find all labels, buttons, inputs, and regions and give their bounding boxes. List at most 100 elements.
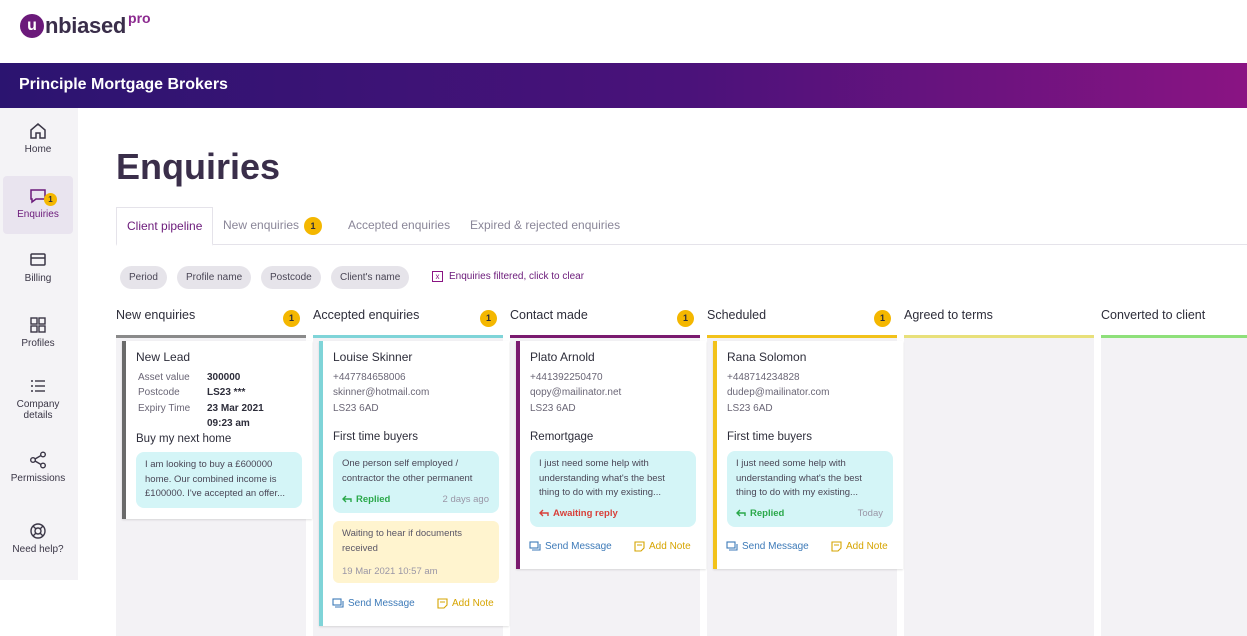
sidebar-item-profiles[interactable]: Profiles — [3, 315, 73, 357]
message-preview: I just need some help with understanding… — [727, 451, 893, 527]
tab-accepted-enquiries[interactable]: Accepted enquiries — [338, 207, 460, 245]
page-title: Enquiries — [116, 146, 281, 187]
card-name: Louise Skinner — [333, 350, 413, 364]
enquiries-badge: 1 — [44, 193, 57, 206]
close-icon: x — [432, 271, 443, 282]
postcode: LS23 6AD — [333, 403, 379, 414]
card-name: New Lead — [136, 350, 191, 364]
company-name: Principle Mortgage Brokers — [19, 76, 228, 93]
column-header-agreed-to-terms: Agreed to terms — [904, 308, 1094, 338]
clear-filters-link[interactable]: x Enquiries filtered, click to clear — [432, 271, 584, 282]
enquiry-goal: Remortgage — [530, 431, 594, 443]
column-header-converted-to-client: Converted to client — [1101, 308, 1247, 338]
column-header-scheduled: Scheduled 1 — [707, 308, 897, 338]
enquiry-goal: Buy my next home — [136, 433, 232, 445]
note-preview: Waiting to hear if documents received 19… — [333, 521, 499, 583]
sidebar-item-billing[interactable]: Billing — [3, 250, 73, 292]
note-icon — [634, 541, 645, 552]
filter-chip-period[interactable]: Period — [120, 266, 167, 289]
list-icon — [31, 380, 45, 392]
column-agreed-to-terms — [904, 338, 1094, 636]
expiry-row: Expiry Time 23 Mar 2021 — [138, 403, 264, 414]
message-time: Today — [857, 508, 883, 519]
enquiry-card-rana-solomon[interactable]: Rana Solomon +448714234828 dudep@mailina… — [713, 341, 903, 569]
asset-value-row: Asset value 300000 — [138, 372, 241, 383]
sidebar-item-need-help[interactable]: Need help? — [3, 521, 73, 563]
clear-filters-label: Enquiries filtered, click to clear — [449, 271, 585, 283]
add-note-button[interactable]: Add Note — [634, 541, 691, 552]
reply-icon — [342, 495, 352, 503]
card-name: Plato Arnold — [530, 350, 595, 364]
enquiry-card-louise-skinner[interactable]: Louise Skinner +447784658006 skinner@hot… — [319, 341, 509, 626]
phone-number: +447784658006 — [333, 372, 406, 383]
phone-number: +448714234828 — [727, 372, 800, 383]
message-icon — [726, 541, 738, 551]
logo-pro: pro — [128, 10, 151, 26]
column-count: 1 — [677, 310, 694, 327]
enquiry-tabs: Client pipeline New enquiries 1 Accepted … — [116, 207, 1247, 246]
tab-label: Expired & rejected enquiries — [470, 218, 621, 232]
note-icon — [437, 598, 448, 609]
sidebar-item-enquiries[interactable]: 1 Enquiries — [3, 176, 73, 234]
tab-label: New enquiries — [223, 218, 300, 233]
tab-client-pipeline[interactable]: Client pipeline — [116, 207, 214, 246]
grid-icon — [30, 317, 46, 333]
column-header-contact-made: Contact made 1 — [510, 308, 700, 338]
send-message-button[interactable]: Send Message — [726, 541, 809, 552]
column-count: 1 — [480, 310, 497, 327]
top-bar: u nbiased pro — [0, 0, 1247, 63]
logo-mark: u — [20, 14, 44, 38]
phone-number: +441392250470 — [530, 372, 603, 383]
reply-icon — [539, 509, 549, 517]
note-icon — [831, 541, 842, 552]
message-icon — [529, 541, 541, 551]
logo-text: nbiased — [45, 13, 127, 38]
email-address: dudep@mailinator.com — [727, 387, 830, 398]
column-header-new-enquiries: New enquiries 1 — [116, 308, 306, 338]
sidebar-item-label: Need help? — [12, 544, 64, 555]
enquiry-card-new-lead[interactable]: New Lead Asset value 300000 Postcode LS23 … — [122, 341, 312, 519]
postcode-row: Postcode LS23 *** — [138, 387, 246, 398]
tab-new-enquiries[interactable]: New enquiries 1 — [213, 207, 332, 245]
company-banner: Principle Mortgage Brokers — [0, 63, 1247, 108]
sidebar-item-permissions[interactable]: Permissions — [3, 450, 73, 492]
filter-chip-profile-name[interactable]: Profile name — [177, 266, 252, 289]
tab-label: Client pipeline — [127, 219, 203, 233]
lifebuoy-icon — [30, 523, 46, 539]
add-note-button[interactable]: Add Note — [831, 541, 888, 552]
column-title: New enquiries — [116, 308, 196, 322]
column-header-accepted-enquiries: Accepted enquiries 1 — [313, 308, 503, 338]
sidebar-item-home[interactable]: Home — [3, 121, 73, 163]
filter-chip-postcode[interactable]: Postcode — [261, 266, 321, 289]
send-message-button[interactable]: Send Message — [529, 541, 612, 552]
column-title: Contact made — [510, 308, 588, 322]
share-icon — [30, 451, 46, 469]
sidebar-item-label: Permissions — [10, 473, 66, 484]
tab-expired-rejected[interactable]: Expired & rejected enquiries — [460, 207, 630, 245]
message-preview: One person self employed / contractor th… — [333, 451, 499, 513]
column-title: Scheduled — [707, 308, 767, 322]
column-title: Converted to client — [1101, 308, 1206, 322]
note-time: 19 Mar 2021 10:57 am — [342, 566, 438, 577]
filter-chip-clients-name[interactable]: Client's name — [331, 266, 410, 289]
card-name: Rana Solomon — [727, 350, 807, 364]
email-address: skinner@hotmail.com — [333, 387, 430, 398]
home-icon — [30, 123, 46, 139]
sidebar-item-label: Enquiries — [17, 209, 59, 220]
sidebar-item-label: Profiles — [21, 338, 55, 349]
send-message-button[interactable]: Send Message — [332, 598, 415, 609]
column-count: 1 — [283, 310, 300, 327]
enquiry-card-plato-arnold[interactable]: Plato Arnold +441392250470 qopy@mailinat… — [516, 341, 706, 569]
tab-label: Accepted enquiries — [348, 218, 451, 232]
column-title: Accepted enquiries — [313, 308, 420, 322]
sidebar-item-company-details[interactable]: Company details — [3, 376, 73, 428]
email-address: qopy@mailinator.net — [530, 387, 622, 398]
unbiased-pro-logo[interactable]: u nbiased pro — [20, 10, 151, 38]
sidebar-item-label: Home — [24, 144, 52, 155]
message-status: Replied — [342, 493, 390, 508]
message-status: Awaiting reply — [539, 507, 618, 522]
sidebar: Home 1 Enquiries Billing Profiles Compan… — [0, 108, 78, 580]
sidebar-item-label: Company details — [16, 399, 60, 421]
add-note-button[interactable]: Add Note — [437, 598, 494, 609]
sidebar-item-label: Billing — [24, 273, 52, 284]
